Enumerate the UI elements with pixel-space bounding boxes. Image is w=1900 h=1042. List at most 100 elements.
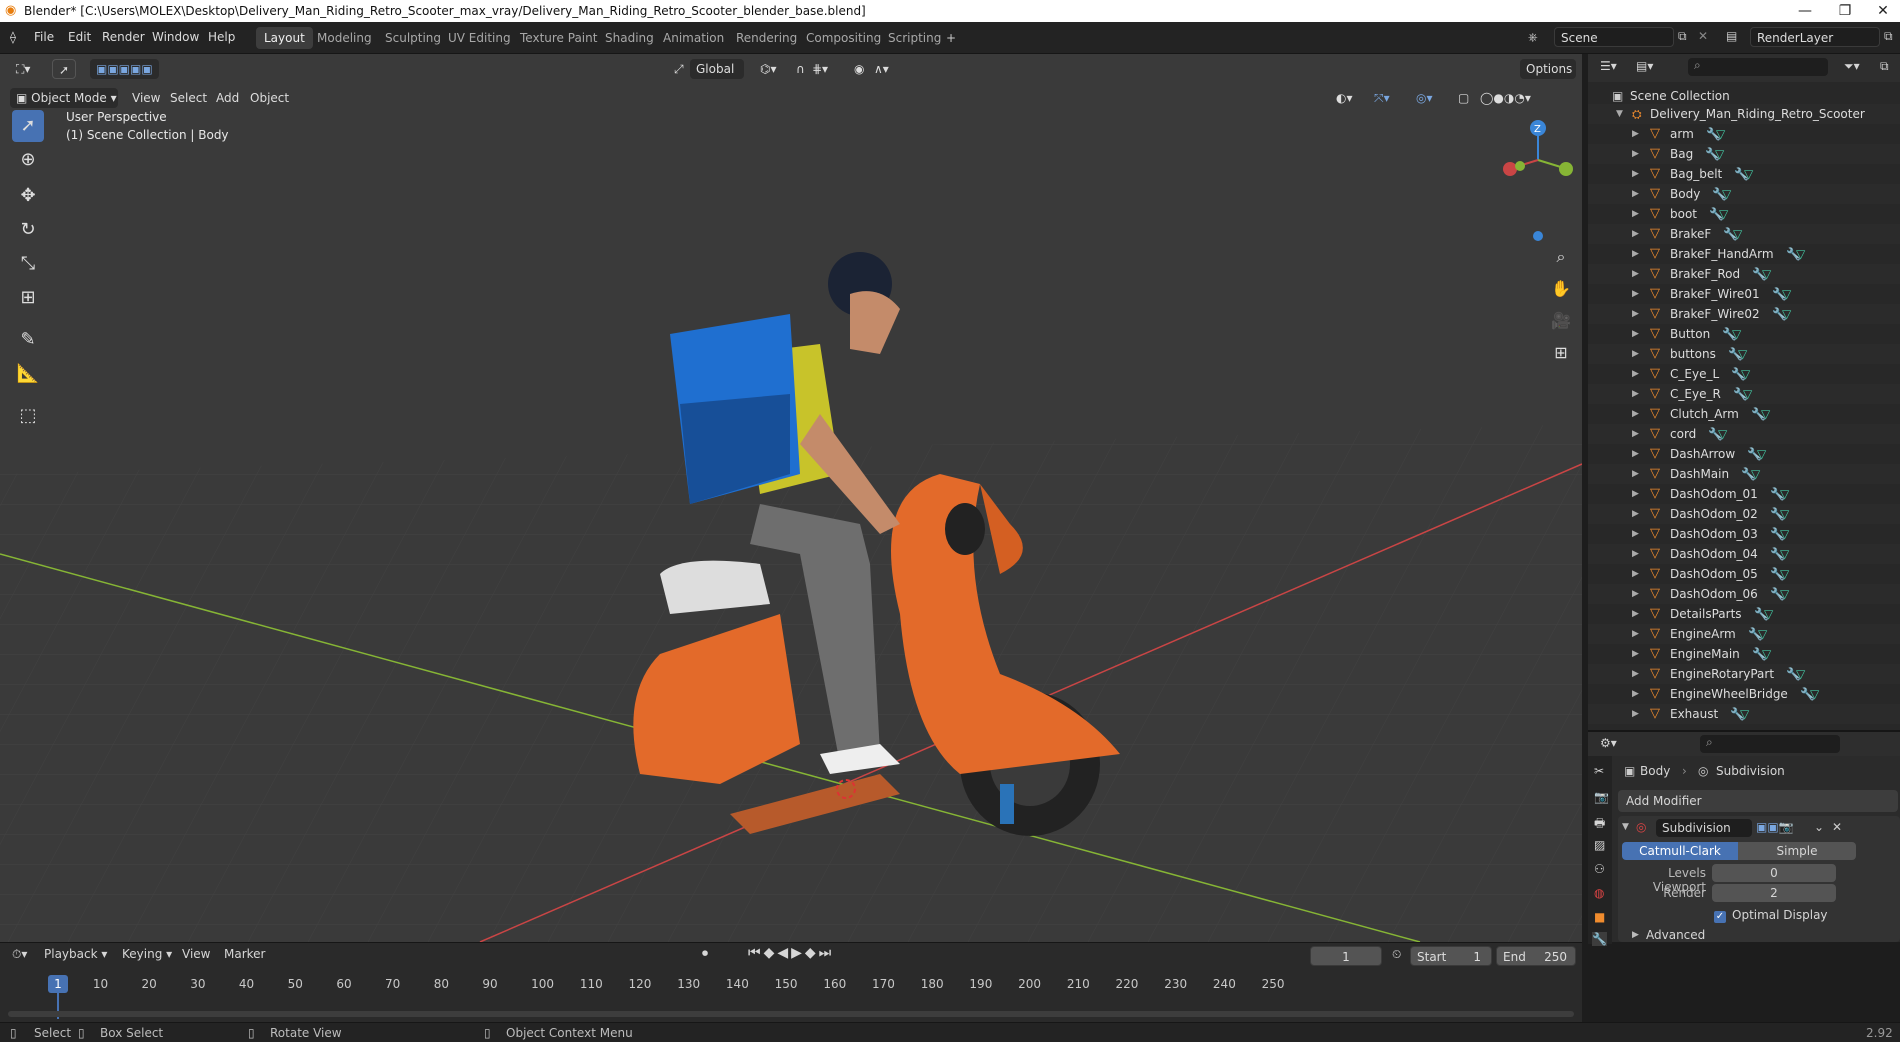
outliner-item[interactable]: ▶ ▽ Body 🔧 ▽ (1588, 184, 1900, 204)
annotate-tool[interactable]: ✎ (12, 324, 44, 356)
properties-editor-icon[interactable]: ⚙▾ (1600, 736, 1617, 750)
outliner-item[interactable]: ▶ ▽ buttons 🔧 ▽ (1588, 344, 1900, 364)
filter-icon[interactable]: ⏷▾ (1844, 59, 1860, 74)
expand-arrow-icon[interactable]: ▶ (1632, 224, 1639, 244)
expand-arrow-icon[interactable]: ▶ (1632, 184, 1639, 204)
outliner-item[interactable]: ▶ ▽ BrakeF_Rod 🔧 ▽ (1588, 264, 1900, 284)
snap-target-icon[interactable]: ⋕▾ (806, 59, 834, 79)
visibility-icon[interactable]: ◐▾ (1330, 88, 1359, 108)
modifier-remove-icon[interactable]: ✕ (1832, 820, 1842, 834)
new-scene-icon[interactable]: ⧉ (1678, 29, 1687, 44)
object-tab-icon[interactable]: ■ (1594, 910, 1605, 924)
modifier-tab-icon[interactable]: 🔧 (1592, 932, 1607, 946)
pan-hand-icon[interactable]: ✋ (1548, 276, 1574, 302)
render-layer-selector[interactable]: RenderLayer (1750, 27, 1880, 47)
collapse-arrow-icon[interactable]: ▼ (1616, 104, 1623, 124)
expand-arrow-icon[interactable]: ▶ (1632, 424, 1639, 444)
delete-scene-icon[interactable]: ✕ (1698, 29, 1708, 43)
xray-icon[interactable]: ▢ (1452, 88, 1475, 108)
properties-search-input[interactable]: ⌕ (1700, 735, 1840, 753)
tab-uv-editing[interactable]: UV Editing (440, 27, 519, 49)
scene-selector[interactable]: Scene (1554, 27, 1674, 47)
tab-rendering[interactable]: Rendering (728, 27, 805, 49)
menu-object[interactable]: Object (244, 88, 295, 108)
outliner-item[interactable]: ▶ ▽ DashArrow 🔧 ▽ (1588, 444, 1900, 464)
outliner-item[interactable]: ▶ ▽ EngineMain 🔧 ▽ (1588, 644, 1900, 664)
expand-arrow-icon[interactable]: ▶ (1632, 144, 1639, 164)
outliner-item[interactable]: ▶ ▽ Bag_belt 🔧 ▽ (1588, 164, 1900, 184)
outliner-item[interactable]: ▶ ▽ EngineArm 🔧 ▽ (1588, 624, 1900, 644)
expand-arrow-icon[interactable]: ▶ (1632, 524, 1639, 544)
expand-arrow-icon[interactable]: ▶ (1632, 244, 1639, 264)
levels-viewport-field[interactable]: 0 (1712, 864, 1836, 882)
output-tab-icon[interactable]: 🖶 (1594, 814, 1605, 835)
shading-modes-icon[interactable]: ◯●◑◔▾ (1474, 88, 1537, 108)
outliner-item[interactable]: ▶ ▽ DashOdom_06 🔧 ▽ (1588, 584, 1900, 604)
modifier-toggle-icons[interactable]: ▣▣📷 (1756, 820, 1794, 834)
expand-arrow-icon[interactable]: ▶ (1632, 464, 1639, 484)
expand-arrow-icon[interactable]: ▶ (1632, 204, 1639, 224)
expand-arrow-icon[interactable]: ▶ (1632, 504, 1639, 524)
transform-tool[interactable]: ⊞ (12, 282, 44, 314)
menu-add[interactable]: Add (210, 88, 245, 108)
falloff-icon[interactable]: ∧▾ (868, 59, 895, 79)
cursor-tool[interactable]: ⊕ (12, 144, 44, 176)
expand-arrow-icon[interactable]: ▶ (1632, 644, 1639, 664)
outliner-item[interactable]: ▶ ▽ Exhaust 🔧 ▽ (1588, 704, 1900, 724)
expand-arrow-icon[interactable]: ▶ (1632, 324, 1639, 344)
expand-arrow-icon[interactable]: ▶ (1632, 344, 1639, 364)
simple-button[interactable]: Simple (1738, 842, 1856, 860)
playhead[interactable]: 1 (48, 975, 68, 993)
scene-tab-icon[interactable]: ⚇ (1594, 862, 1605, 876)
outliner-item[interactable]: ▶ ▽ DashMain 🔧 ▽ (1588, 464, 1900, 484)
advanced-section-label[interactable]: Advanced (1646, 928, 1705, 942)
scale-tool[interactable]: ⤡ (12, 248, 44, 280)
select-mode-icon[interactable]: ➚ (52, 59, 77, 79)
tab-modeling[interactable]: Modeling (309, 27, 380, 49)
outliner-item[interactable]: ▶ ▽ EngineRotaryPart 🔧 ▽ (1588, 664, 1900, 684)
outliner-item[interactable]: ▶ ▽ BrakeF_Wire01 🔧 ▽ (1588, 284, 1900, 304)
camera-view-icon[interactable]: 🎥 (1548, 308, 1574, 334)
render-tab-icon[interactable]: 📷 (1594, 790, 1609, 804)
outliner-item[interactable]: ▶ ▽ BrakeF_Wire02 🔧 ▽ (1588, 304, 1900, 324)
expand-arrow-icon[interactable]: ▶ (1632, 384, 1639, 404)
tool-tab-icon[interactable]: ✂ (1594, 764, 1604, 778)
outliner-item[interactable]: ▶ ▽ Clutch_Arm 🔧 ▽ (1588, 404, 1900, 424)
outliner-item[interactable]: ▶ ▽ arm 🔧 ▽ (1588, 124, 1900, 144)
expand-arrow-icon[interactable]: ▶ (1632, 584, 1639, 604)
ortho-toggle-icon[interactable]: ⊞ (1548, 340, 1574, 366)
viewport-scene[interactable] (0, 54, 1582, 942)
view-layer-tab-icon[interactable]: ▨ (1594, 838, 1605, 852)
box-select-modes[interactable]: ▣▣▣▣▣ (90, 59, 159, 79)
expand-arrow-icon[interactable]: ▶ (1632, 624, 1639, 644)
overlay-toggle-icon[interactable]: ◎▾ (1410, 88, 1439, 108)
outliner-editor-icon[interactable]: ☰▾ (1600, 59, 1617, 73)
menu-edit[interactable]: Edit (68, 30, 91, 44)
expand-arrow-icon[interactable]: ▶ (1632, 664, 1639, 684)
transform-orientation-dropdown[interactable]: Global (690, 59, 744, 79)
catmull-clark-button[interactable]: Catmull-Clark (1622, 842, 1738, 860)
outliner-search-input[interactable]: ⌕ (1688, 58, 1828, 76)
expand-arrow-icon[interactable]: ▶ (1632, 704, 1639, 724)
expand-arrow-icon[interactable]: ▶ (1632, 124, 1639, 144)
expand-arrow-icon[interactable]: ▶ (1632, 684, 1639, 704)
outliner-item[interactable]: ▶ ▽ DashOdom_02 🔧 ▽ (1588, 504, 1900, 524)
editor-type-button[interactable]: ⛶▾ (10, 59, 36, 79)
tab-texture-paint[interactable]: Texture Paint (512, 27, 605, 49)
menu-view[interactable]: View (126, 88, 166, 108)
outliner-item[interactable]: ▶ ▽ DetailsParts 🔧 ▽ (1588, 604, 1900, 624)
blender-menu-icon[interactable]: ⟠ (10, 30, 16, 44)
expand-arrow-icon[interactable]: ▶ (1632, 264, 1639, 284)
expand-arrow-icon[interactable]: ▶ (1632, 484, 1639, 504)
measure-tool[interactable]: 📐 (12, 358, 44, 390)
scene-collection-row[interactable]: ▣ Scene Collection (1588, 86, 1900, 106)
minimize-button[interactable]: — (1788, 1, 1822, 21)
outliner-item[interactable]: ▶ ▽ DashOdom_01 🔧 ▽ (1588, 484, 1900, 504)
collection-row[interactable]: ▼ ⛭ Delivery_Man_Riding_Retro_Scooter (1588, 104, 1900, 124)
menu-render[interactable]: Render (102, 30, 145, 44)
render-levels-field[interactable]: 2 (1712, 884, 1836, 902)
expand-arrow-icon[interactable]: ▶ (1632, 564, 1639, 584)
world-tab-icon[interactable]: ◍ (1594, 886, 1604, 900)
pivot-point-icon[interactable]: ⌬▾ (754, 59, 783, 79)
expand-arrow-icon[interactable]: ▶ (1632, 164, 1639, 184)
